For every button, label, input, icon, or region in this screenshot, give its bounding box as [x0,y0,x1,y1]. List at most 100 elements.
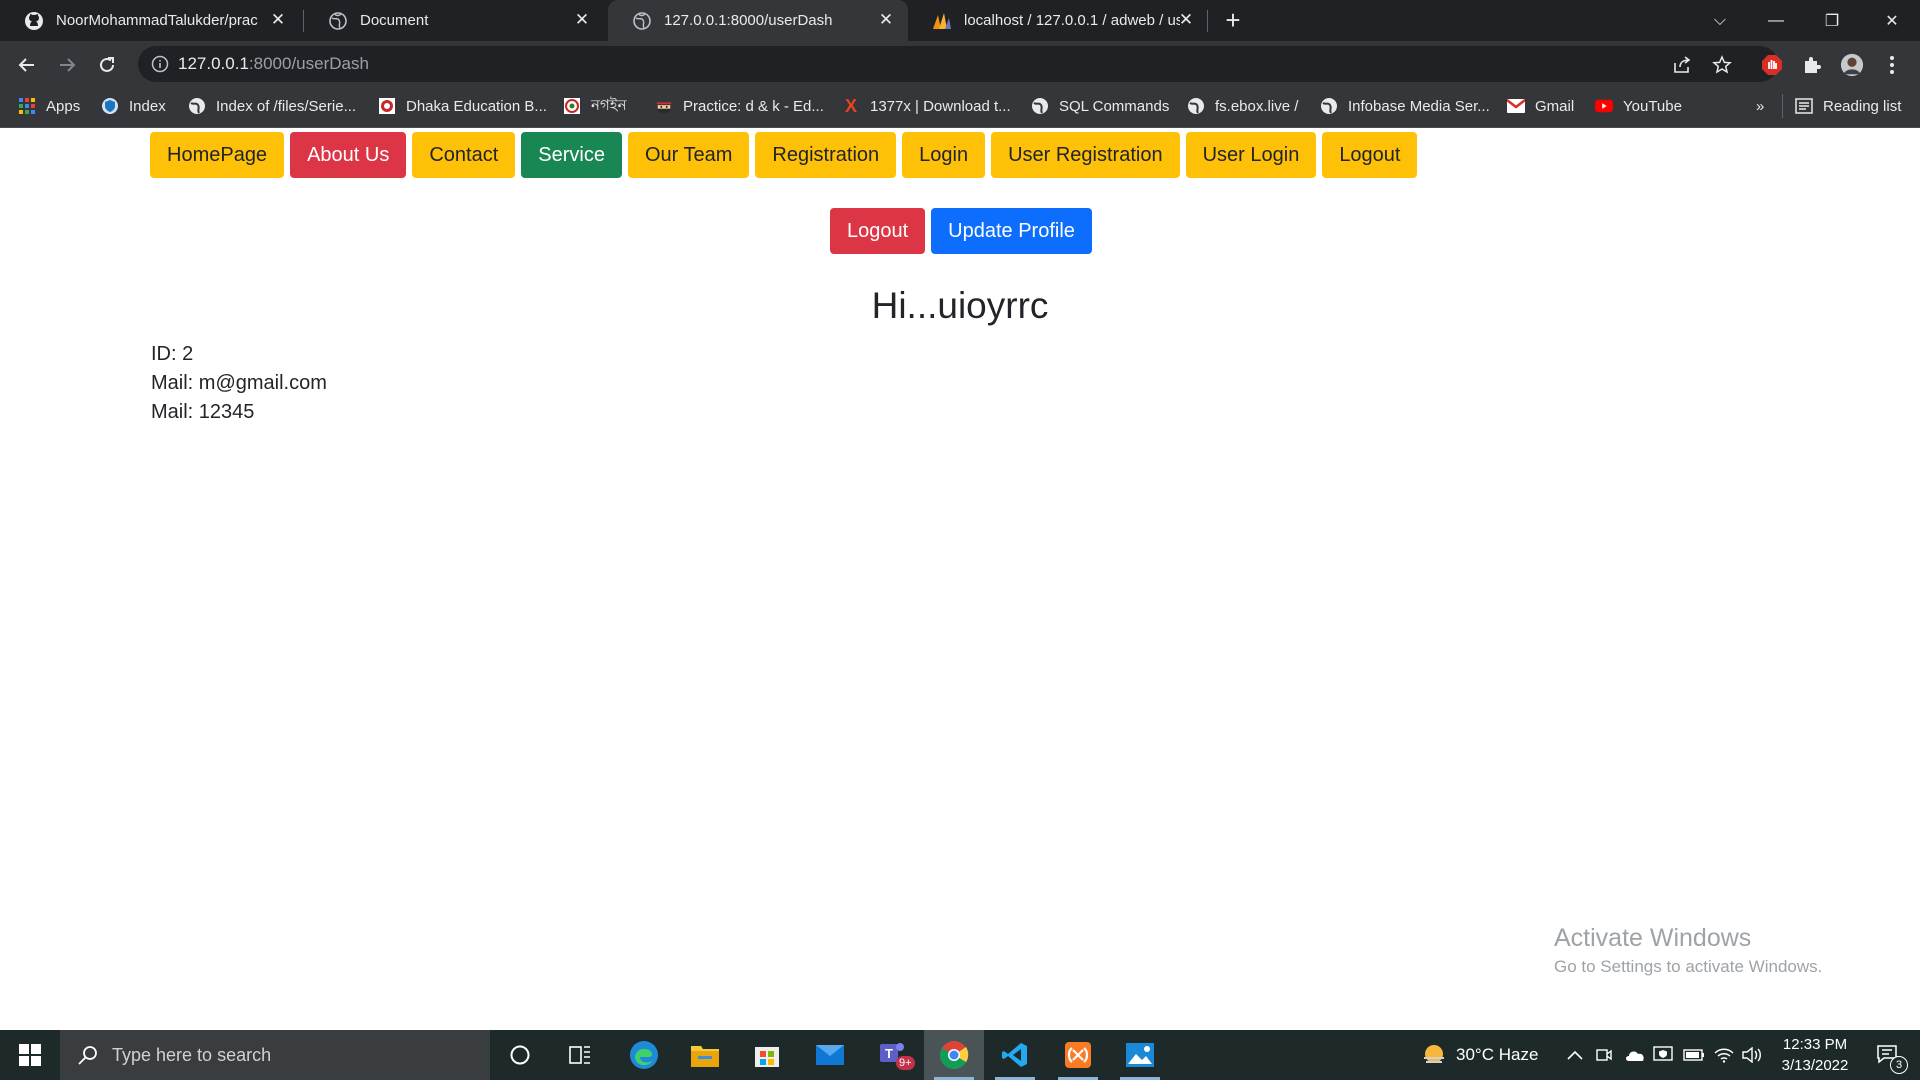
extensions-puzzle-icon[interactable] [1800,53,1824,77]
vscode-icon[interactable] [985,1030,1045,1080]
nav-our-team-button[interactable]: Our Team [627,132,750,178]
bookmark-label: 1377x | Download t... [870,97,1011,115]
new-tab-icon[interactable]: + [1220,7,1246,34]
bookmark-1377x[interactable]: X 1377x | Download t... [842,88,1011,124]
close-window-icon[interactable]: ✕ [1864,0,1920,41]
board-seal-icon [563,97,581,115]
onedrive-icon[interactable] [1624,1030,1646,1080]
wifi-icon[interactable] [1714,1030,1734,1080]
notification-count: 3 [1890,1056,1908,1074]
svg-text:T: T [885,1046,893,1061]
address-bar[interactable]: 127.0.0.1:8000/userDash [138,46,1778,82]
windows-start-icon[interactable] [0,1030,60,1080]
nav-registration-button[interactable]: Registration [755,132,897,178]
profile-avatar[interactable] [1840,53,1864,77]
nav-homepage-button[interactable]: HomePage [150,132,285,178]
bookmark-label: নগইন [591,96,627,114]
forward-icon[interactable] [51,49,83,81]
page-content: HomePage About Us Contact Service Our Te… [0,128,1920,1030]
site-info-icon[interactable] [151,55,169,73]
more-bookmarks-button[interactable]: » [1756,88,1764,124]
bookmark-label: Infobase Media Ser... [1348,97,1490,115]
nav-user-registration-button[interactable]: User Registration [991,132,1180,178]
teams-icon[interactable]: T 9+ [862,1030,922,1080]
tab-phpmyadmin[interactable]: localhost / 127.0.0.1 / adweb / us ✕ [908,0,1208,41]
tab-userdash[interactable]: 127.0.0.1:8000/userDash ✕ [608,0,908,41]
browser-tab-strip: NoorMohammadTalukder/prac ✕ Document ✕ 1… [0,0,1920,41]
bookmark-infobase[interactable]: Infobase Media Ser... [1320,88,1490,124]
bookmark-label: Practice: d & k - Ed... [683,97,824,115]
tab-github[interactable]: NoorMohammadTalukder/prac ✕ [0,0,300,41]
minimize-icon[interactable]: — [1748,0,1804,41]
bookmark-sql-commands[interactable]: SQL Commands [1031,88,1169,124]
weather-widget[interactable]: 30°C Haze [1420,1030,1538,1080]
close-tab-icon[interactable]: ✕ [574,11,590,28]
nav-contact-button[interactable]: Contact [412,132,516,178]
activate-windows-watermark: Activate Windows Go to Settings to activ… [1554,924,1822,977]
reading-list-label: Reading list [1823,97,1902,115]
file-explorer-icon[interactable] [675,1030,735,1080]
notification-center-icon[interactable]: 3 [1868,1030,1908,1080]
close-tab-icon[interactable]: ✕ [270,11,286,28]
task-view-icon[interactable] [550,1030,610,1080]
microsoft-store-icon[interactable] [737,1030,797,1080]
bookmark-practice[interactable]: Practice: d & k - Ed... [655,88,824,124]
bookmarks-bar: Apps Index Index of /files/Serie... Dhak… [0,88,1920,128]
haze-sun-icon [1424,1045,1444,1063]
show-hidden-icons[interactable] [1567,1030,1583,1080]
bookmark-dhaka-education[interactable]: Dhaka Education B... [378,88,547,124]
bookmark-index[interactable]: Index [101,88,166,124]
bookmark-label: Apps [46,97,81,115]
close-tab-icon[interactable]: ✕ [878,11,894,28]
greeting-heading: Hi...uioyrrc [871,285,1049,326]
logout-button[interactable]: Logout [830,208,926,254]
bookmark-login-bn[interactable]: নগইন [563,88,627,124]
back-icon[interactable] [11,49,43,81]
nav-logout-button[interactable]: Logout [1322,132,1418,178]
bookmark-label: Index of /files/Serie... [216,97,357,115]
taskbar-search-box[interactable]: Type here to search [60,1030,490,1080]
bookmark-index-of-files[interactable]: Index of /files/Serie... [188,88,356,124]
photos-icon[interactable] [1110,1030,1170,1080]
bookmark-fs-ebox[interactable]: fs.ebox.live / [1187,88,1298,124]
tab-separator [1207,10,1208,32]
mail-icon[interactable] [800,1030,860,1080]
bookmark-gmail[interactable]: Gmail [1507,88,1574,124]
reload-icon[interactable] [91,49,123,81]
close-tab-icon[interactable]: ✕ [1178,11,1194,28]
system-clock[interactable]: 12:33 PM 3/13/2022 [1770,1034,1860,1076]
security-icon[interactable] [1653,1030,1673,1080]
bookmark-apps[interactable]: Apps [18,88,80,124]
weather-text: 30°C Haze [1456,1045,1539,1064]
battery-icon[interactable] [1683,1030,1705,1080]
user-mail2-text: Mail: 12345 [151,401,255,423]
bookmark-label: Dhaka Education B... [406,97,547,115]
volume-icon[interactable] [1742,1030,1762,1080]
adblock-hand-icon[interactable] [1760,53,1784,77]
xampp-icon[interactable] [1048,1030,1108,1080]
meet-now-icon[interactable] [1596,1030,1612,1080]
browser-menu-icon[interactable] [1880,53,1904,77]
url-text: 127.0.0.1:8000/userDash [178,54,369,73]
edge-browser-icon[interactable] [614,1030,674,1080]
nav-login-button[interactable]: Login [902,132,986,178]
user-details: ID: 2 Mail: m@gmail.com Mail: 12345 [151,340,327,427]
nav-user-login-button[interactable]: User Login [1185,132,1317,178]
share-icon[interactable] [1670,53,1694,77]
cortana-icon[interactable] [490,1030,550,1080]
chrome-taskbar-icon[interactable] [924,1030,984,1080]
restore-icon[interactable]: ❐ [1804,0,1860,41]
globe-icon [1187,97,1205,115]
bookmark-youtube[interactable]: YouTube [1595,88,1682,124]
reading-list-button[interactable]: Reading list [1782,94,1901,118]
browser-toolbar: 127.0.0.1:8000/userDash [0,41,1920,88]
nav-service-button[interactable]: Service [521,132,622,178]
nav-about-us-button[interactable]: About Us [290,132,407,178]
tab-search-icon[interactable]: ⌵ [1692,0,1748,41]
bookmark-star-icon[interactable] [1710,53,1734,77]
ninja-icon [655,97,673,115]
tab-title: NoorMohammadTalukder/prac [56,12,258,29]
bookmark-label: YouTube [1623,97,1682,115]
update-profile-button[interactable]: Update Profile [931,208,1092,254]
tab-document[interactable]: Document ✕ [304,0,604,41]
